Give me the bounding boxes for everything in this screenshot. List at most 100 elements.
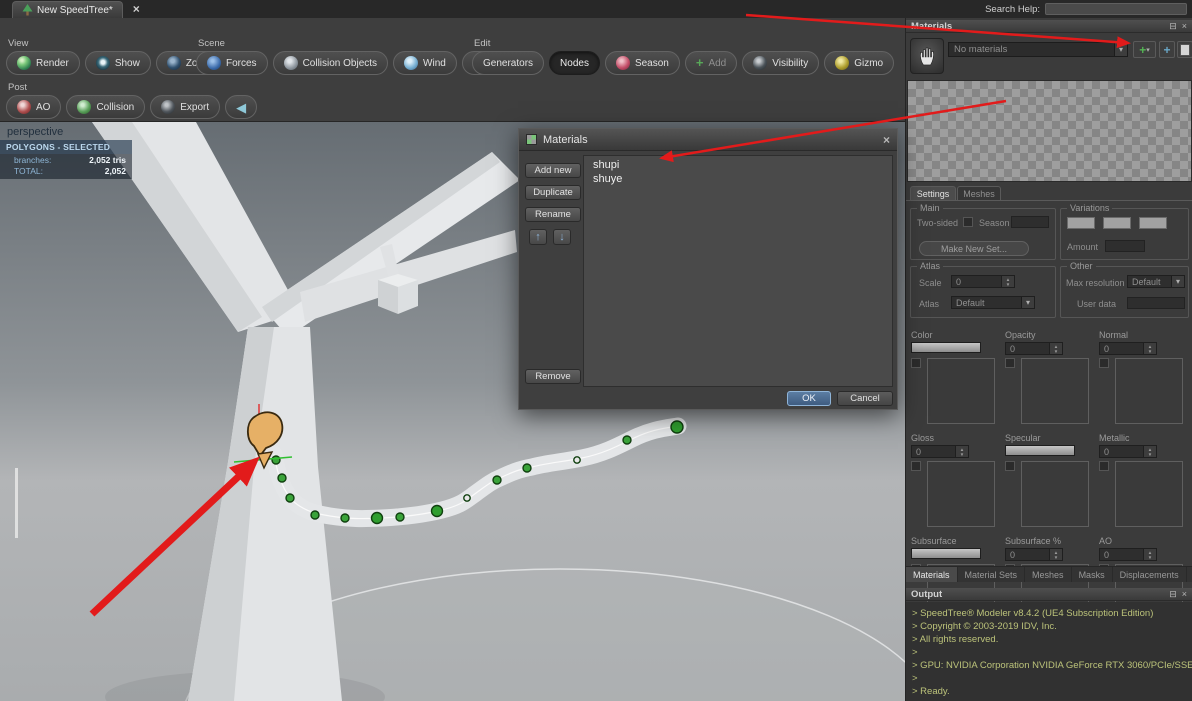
- spin-down-icon[interactable]: ▼: [1054, 555, 1058, 560]
- bottom-tab-materials[interactable]: Materials: [906, 567, 958, 582]
- materials-panel-header[interactable]: Materials ⊟ ×: [906, 20, 1192, 33]
- color-swatch[interactable]: [911, 342, 981, 353]
- search-help-input[interactable]: [1045, 3, 1187, 15]
- collision-objects-button[interactable]: Collision Objects: [272, 51, 389, 75]
- collision-button[interactable]: Collision: [66, 95, 146, 119]
- spin-down-icon[interactable]: ▼: [1148, 349, 1152, 354]
- close-panel-icon[interactable]: ×: [1182, 589, 1187, 600]
- subsurface-swatch[interactable]: [911, 548, 981, 559]
- gizmo-button[interactable]: Gizmo: [824, 51, 895, 75]
- move-down-button[interactable]: ↓: [553, 229, 571, 245]
- close-panel-icon[interactable]: ×: [1182, 21, 1187, 32]
- map-enable-checkbox[interactable]: [911, 461, 921, 471]
- show-button[interactable]: Show: [84, 51, 151, 75]
- pan-hand-button[interactable]: [910, 38, 944, 74]
- atlas-dropdown[interactable]: Default ▾: [951, 296, 1035, 309]
- output-panel-header[interactable]: Output ⊟ ×: [906, 588, 1192, 601]
- texture-slot[interactable]: [1115, 358, 1183, 424]
- bottom-tab-label: Meshes: [1032, 569, 1064, 580]
- ao-spinner[interactable]: 0 ▲ ▼: [1099, 548, 1157, 561]
- season-field[interactable]: [1011, 216, 1049, 228]
- map-enable-checkbox[interactable]: [1005, 461, 1015, 471]
- add-new-button[interactable]: Add new: [525, 163, 581, 178]
- material-preview-area[interactable]: [907, 80, 1192, 182]
- ok-button[interactable]: OK: [787, 391, 831, 406]
- add-material-dropdown-button[interactable]: + ▾: [1133, 41, 1156, 58]
- specular-swatch[interactable]: [1005, 445, 1075, 456]
- generators-button[interactable]: Generators: [472, 51, 545, 75]
- metallic-spinner[interactable]: 0 ▲ ▼: [1099, 445, 1157, 458]
- undock-panel-icon[interactable]: ⊟: [1169, 21, 1177, 32]
- texture-slot[interactable]: [1115, 461, 1183, 527]
- materials-dialog[interactable]: Materials × Add new Duplicate Rename ↑ ↓…: [518, 128, 898, 410]
- opacity-spinner[interactable]: 0 ▲ ▼: [1005, 342, 1063, 355]
- dialog-title-bar[interactable]: Materials ×: [519, 129, 897, 151]
- map-enable-checkbox[interactable]: [1099, 358, 1109, 368]
- chevron-down-icon[interactable]: ▾: [1021, 297, 1034, 308]
- undock-panel-icon[interactable]: ⊟: [1169, 589, 1177, 600]
- spin-down-icon[interactable]: ▼: [1148, 555, 1152, 560]
- subsurface-pct-spinner[interactable]: 0 ▲ ▼: [1005, 548, 1063, 561]
- make-new-set-label: Make New Set...: [940, 243, 1008, 254]
- two-sided-checkbox[interactable]: [963, 217, 973, 227]
- list-item[interactable]: shupi: [584, 158, 892, 172]
- amount-field[interactable]: [1105, 240, 1145, 252]
- bottom-tab-material-sets[interactable]: Material Sets: [958, 567, 1026, 582]
- user-data-field[interactable]: [1127, 297, 1185, 309]
- bottom-tab-masks[interactable]: Masks: [1072, 567, 1113, 582]
- spin-down-icon[interactable]: ▼: [1148, 452, 1152, 457]
- back-button[interactable]: ◀: [225, 95, 258, 119]
- map-enable-checkbox[interactable]: [1005, 358, 1015, 368]
- variation-slot-2[interactable]: [1103, 217, 1131, 229]
- remove-button[interactable]: Remove: [525, 369, 581, 384]
- spin-down-icon[interactable]: ▼: [960, 452, 964, 457]
- output-console[interactable]: > SpeedTree® Modeler v8.4.2 (UE4 Subscri…: [906, 602, 1192, 701]
- export-label: Export: [180, 101, 210, 113]
- render-button[interactable]: Render: [6, 51, 80, 75]
- move-up-button[interactable]: ↑: [529, 229, 547, 245]
- nodes-button[interactable]: Nodes: [549, 51, 600, 75]
- atlas-group: Atlas Scale 0 ▲ ▼ Atlas Default ▾: [910, 261, 1056, 318]
- new-material-button[interactable]: +: [1159, 41, 1175, 58]
- chevron-down-icon[interactable]: ▾: [1171, 276, 1184, 287]
- tab-settings[interactable]: Settings: [910, 186, 956, 200]
- forces-button[interactable]: Forces: [196, 51, 268, 75]
- texture-slot[interactable]: [1021, 358, 1089, 424]
- materials-list[interactable]: shupi shuye: [583, 155, 893, 387]
- tab-close-icon[interactable]: ×: [133, 2, 140, 16]
- export-button[interactable]: Export: [150, 95, 221, 119]
- add-button[interactable]: + Add: [684, 51, 738, 75]
- wind-button[interactable]: Wind: [393, 51, 457, 75]
- normal-spinner[interactable]: 0 ▲ ▼: [1099, 342, 1157, 355]
- list-item[interactable]: shuye: [584, 172, 892, 186]
- dialog-close-icon[interactable]: ×: [883, 133, 890, 147]
- camera-mode-label[interactable]: perspective: [7, 126, 63, 138]
- cancel-button[interactable]: Cancel: [837, 391, 893, 406]
- paste-material-button[interactable]: [1177, 41, 1192, 58]
- spin-down-icon[interactable]: ▼: [1006, 282, 1010, 287]
- texture-slot[interactable]: [927, 358, 995, 424]
- season-button[interactable]: Season: [604, 51, 680, 75]
- material-selector-dropdown[interactable]: No materials ▾: [948, 42, 1128, 57]
- visibility-button[interactable]: Visibility: [742, 51, 820, 75]
- map-enable-checkbox[interactable]: [1099, 461, 1109, 471]
- map-enable-checkbox[interactable]: [911, 358, 921, 368]
- texture-slot[interactable]: [1021, 461, 1089, 527]
- rename-button[interactable]: Rename: [525, 207, 581, 222]
- chevron-down-icon[interactable]: ▾: [1114, 43, 1127, 56]
- scale-spinner[interactable]: 0 ▲ ▼: [951, 275, 1015, 288]
- ao-button[interactable]: AO: [6, 95, 62, 119]
- texture-slot[interactable]: [927, 461, 995, 527]
- variation-slot-3[interactable]: [1139, 217, 1167, 229]
- make-new-set-button[interactable]: Make New Set...: [919, 241, 1029, 256]
- spin-down-icon[interactable]: ▼: [1054, 349, 1058, 354]
- bottom-tab-meshes[interactable]: Meshes: [1025, 567, 1072, 582]
- variation-slot-1[interactable]: [1067, 217, 1095, 229]
- bottom-tab-displacements[interactable]: Displacements: [1113, 567, 1187, 582]
- duplicate-button[interactable]: Duplicate: [525, 185, 581, 200]
- gloss-spinner[interactable]: 0 ▲ ▼: [911, 445, 969, 458]
- document-tab[interactable]: New SpeedTree*: [12, 1, 123, 18]
- max-resolution-dropdown[interactable]: Default ▾: [1127, 275, 1185, 288]
- tab-meshes[interactable]: Meshes: [957, 186, 1001, 200]
- console-line: >: [912, 647, 918, 658]
